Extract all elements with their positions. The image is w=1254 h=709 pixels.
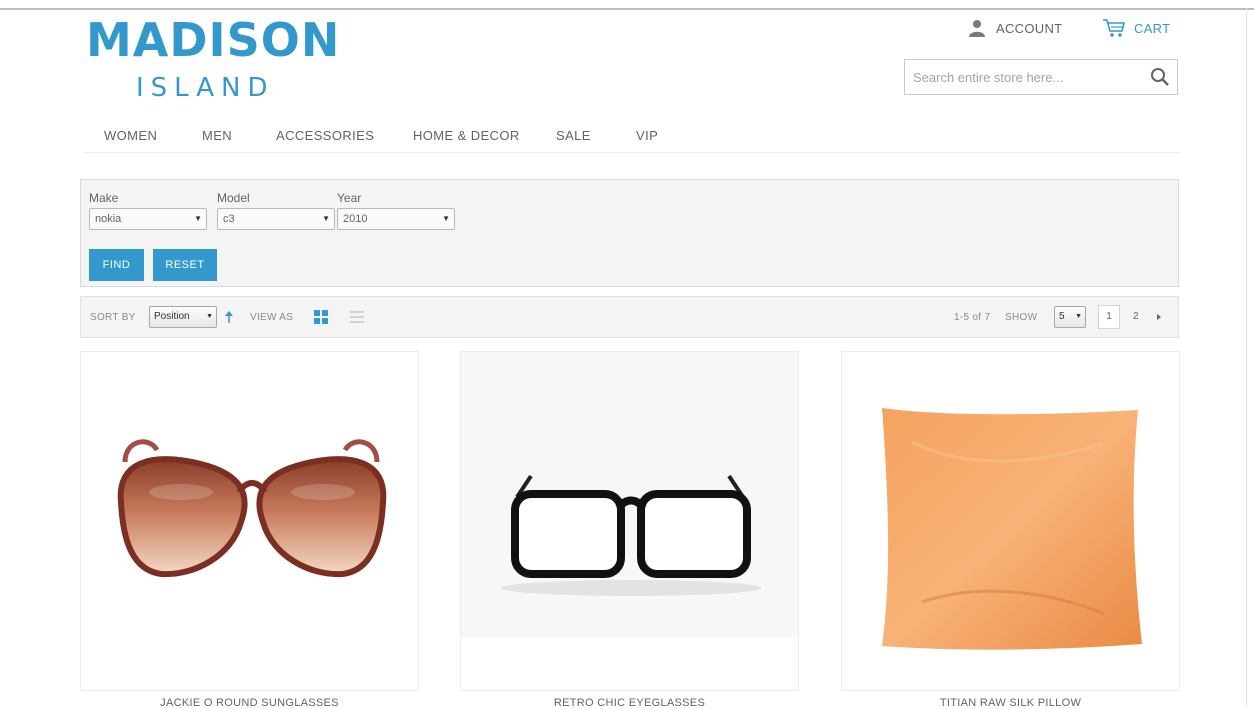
sort-select[interactable]: Position ▼: [149, 306, 217, 328]
nav-item-vip[interactable]: VIP: [636, 128, 658, 143]
make-value: nokia: [95, 213, 122, 225]
product-card-sunglasses[interactable]: [80, 351, 419, 691]
view-as-label: VIEW AS: [250, 312, 294, 323]
make-label: Make: [89, 191, 119, 205]
search-box: [904, 59, 1178, 95]
product-name-sunglasses[interactable]: JACKIE O ROUND SUNGLASSES: [80, 697, 419, 709]
cart-link[interactable]: CART: [1102, 18, 1170, 38]
model-value: c3: [223, 213, 235, 225]
cart-label: CART: [1134, 20, 1171, 36]
account-link[interactable]: ACCOUNT: [968, 18, 1062, 38]
vehicle-filter-panel: Make nokia ▼ Model c3 ▼ Year 2010 ▼ FIND…: [80, 179, 1179, 287]
select-arrow-icon: ▼: [1075, 313, 1082, 320]
product-name-pillow[interactable]: TITIAN RAW SILK PILLOW: [841, 697, 1180, 709]
grid-view-icon[interactable]: [313, 309, 329, 325]
sort-by-label: SORT BY: [90, 312, 136, 323]
logo-main-text: MADISON: [86, 13, 341, 67]
product-card-eyeglasses[interactable]: [460, 351, 799, 691]
search-icon[interactable]: [1149, 66, 1171, 88]
right-border: [1246, 8, 1247, 706]
logo-sub-text: ISLAND: [136, 73, 275, 103]
year-label: Year: [337, 191, 362, 205]
search-input[interactable]: [905, 60, 1145, 94]
select-arrow-icon: ▼: [206, 313, 213, 320]
main-nav: WOMEN MEN ACCESSORIES HOME & DECOR SALE …: [84, 122, 1180, 153]
nav-item-sale[interactable]: SALE: [556, 128, 591, 143]
model-label: Model: [217, 191, 250, 205]
year-value: 2010: [343, 213, 368, 225]
product-card-pillow[interactable]: [841, 351, 1180, 691]
product-image-eyeglasses: [461, 352, 798, 637]
select-arrow-icon: ▼: [322, 214, 330, 223]
account-label: ACCOUNT: [996, 20, 1063, 36]
list-view-icon[interactable]: [349, 309, 365, 325]
nav-item-accessories[interactable]: ACCESSORIES: [276, 128, 374, 143]
product-image-pillow: [882, 408, 1142, 650]
show-limit-value: 5: [1059, 311, 1065, 322]
cart-icon: [1103, 19, 1126, 37]
show-label: SHOW: [1005, 312, 1038, 323]
site-logo[interactable]: MADISON ISLAND: [86, 14, 356, 106]
year-select[interactable]: 2010 ▼: [337, 208, 455, 230]
select-arrow-icon: ▼: [442, 214, 450, 223]
model-select[interactable]: c3 ▼: [217, 208, 335, 230]
product-image-sunglasses: [117, 439, 387, 578]
product-toolbar: SORT BY Position ▼ VIEW AS 1-5 of 7 SHOW…: [80, 296, 1179, 338]
top-border: [0, 8, 1254, 10]
reset-button[interactable]: RESET: [153, 249, 217, 281]
next-page-icon[interactable]: [1155, 313, 1163, 321]
product-name-eyeglasses[interactable]: RETRO CHIC EYEGLASSES: [460, 697, 799, 709]
item-count: 1-5 of 7: [954, 312, 991, 323]
find-button[interactable]: FIND: [89, 249, 144, 281]
sort-value: Position: [154, 311, 190, 322]
user-icon: [969, 20, 985, 37]
select-arrow-icon: ▼: [194, 214, 202, 223]
page-link-2[interactable]: 2: [1133, 305, 1139, 329]
nav-item-women[interactable]: WOMEN: [104, 128, 157, 143]
nav-item-home-decor[interactable]: HOME & DECOR: [413, 128, 520, 143]
sort-arrow-up-icon[interactable]: [224, 310, 234, 324]
show-limit-select[interactable]: 5 ▼: [1054, 306, 1086, 328]
make-select[interactable]: nokia ▼: [89, 208, 207, 230]
nav-item-men[interactable]: MEN: [202, 128, 232, 143]
page-current[interactable]: 1: [1098, 305, 1120, 329]
